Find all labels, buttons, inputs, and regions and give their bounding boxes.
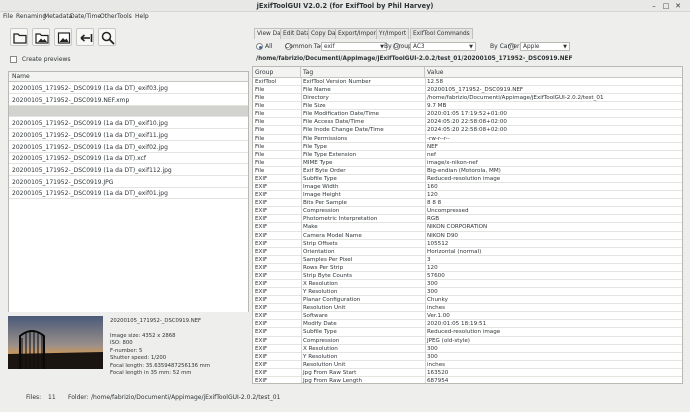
- image-info: 20200105_171952-_DSC0919.NEF Image size:…: [110, 318, 250, 378]
- image-shutter: Shutter speed: 1/200: [110, 355, 167, 361]
- file-list-item[interactable]: 20200105_171952-_DSC0919 (1a da DT)_exif…: [9, 130, 248, 141]
- create-previews-checkbox[interactable]: [10, 56, 17, 63]
- copy-metadata-button[interactable]: [76, 28, 94, 46]
- file-list-item[interactable]: 20200105_171952-_DSC0919 (1a da DT)_exif…: [9, 142, 248, 153]
- search-icon: [101, 31, 115, 45]
- create-previews-row: Create previews: [10, 56, 170, 65]
- image-icon: [57, 32, 71, 44]
- radio-all[interactable]: [256, 43, 263, 50]
- menu-file[interactable]: File: [3, 13, 13, 20]
- tab-yr-import[interactable]: Yr/Import: [376, 28, 410, 39]
- menu-tools[interactable]: Tools: [117, 13, 132, 20]
- files-count-label: Files:: [26, 394, 42, 401]
- metadata-table: Group Tag Value ExifTool ExifTool Version…: [252, 66, 683, 384]
- arrow-left-bar-icon: [80, 34, 93, 42]
- menu-renaming[interactable]: Renaming: [16, 13, 46, 20]
- file-list-item[interactable]: 20200105_171952-_DSC0919 (1a da DT)_exif…: [9, 83, 248, 94]
- file-list-item[interactable]: 20200105_171952-_DSC0919.NEF: [9, 106, 248, 118]
- chevron-down-icon: ▼: [469, 44, 473, 50]
- column-tag[interactable]: Tag: [301, 67, 425, 78]
- metadata-row[interactable]: EXIF Jpg From Raw Length 687954: [253, 377, 682, 384]
- file-list-item[interactable]: 20200105_171952-_DSC0919.NEF.xmp: [9, 95, 248, 106]
- search-button[interactable]: [98, 28, 116, 46]
- by-group-value: AC3: [413, 44, 425, 50]
- minimize-button[interactable]: –: [649, 2, 659, 10]
- preview-pane: 20200105_171952-_DSC0919.NEF Image size:…: [8, 312, 249, 376]
- image-folder-icon: [35, 33, 49, 44]
- tab-exiftool-commands[interactable]: ExifTool Commands: [410, 28, 473, 39]
- chevron-down-icon: ▼: [563, 44, 567, 50]
- image-focal-35mm: Focal length in 35 mm: 52 mm: [110, 370, 192, 376]
- file-list-item[interactable]: 20200105_171952-_DSC0919.JPG: [9, 177, 248, 188]
- file-list-item[interactable]: 20200105_171952-_DSC0919 (1a da DT).xcf: [9, 153, 248, 165]
- menu-help[interactable]: Help: [135, 13, 149, 20]
- load-image-folder-button[interactable]: [32, 28, 50, 46]
- menu-other[interactable]: Other: [100, 13, 117, 20]
- folder-open-icon: [13, 33, 27, 44]
- open-folder-button[interactable]: [10, 28, 28, 46]
- close-button[interactable]: ✕: [673, 1, 683, 11]
- column-divider: [301, 78, 302, 383]
- files-count: 11: [48, 394, 56, 401]
- image-size: Image size: 4352 x 2868: [110, 332, 176, 339]
- load-images-button[interactable]: [54, 28, 72, 46]
- folder-label: Folder:: [68, 394, 89, 401]
- column-group[interactable]: Group: [253, 67, 301, 78]
- radio-by-group-label: By Group: [384, 43, 412, 50]
- image-focal-length: Focal length: 35.6359487256136 mm: [110, 362, 211, 369]
- file-list-item[interactable]: 20200105_171952-_DSC0919 (1a da DT)_exif…: [9, 165, 248, 176]
- image-filename: 20200105_171952-_DSC0919.NEF: [110, 318, 202, 324]
- by-camera-select[interactable]: Apple ▼: [520, 42, 570, 51]
- metadata-table-header: Group Tag Value: [253, 67, 682, 78]
- common-tags-select[interactable]: exif ▼: [321, 42, 387, 51]
- maximize-button[interactable]: □: [661, 2, 671, 10]
- metadata-scrollbar[interactable]: [684, 66, 690, 384]
- metadata-value-cell: 687954: [427, 377, 449, 384]
- metadata-tag-cell: Jpg From Raw Length: [303, 377, 363, 384]
- common-tags-value: exif: [324, 44, 335, 50]
- current-file-path: /home/fabrizio/Documenti/Appimage/jExifT…: [256, 56, 573, 62]
- menu-bar: File Renaming Metadata Date/Time Other T…: [0, 12, 690, 22]
- create-previews-label: Create previews: [21, 56, 71, 63]
- folder-path: /home/fabrizio/Documenti/Appimage/jExifT…: [91, 394, 281, 401]
- status-bar: Files: 11 Folder: /home/fabrizio/Documen…: [0, 392, 690, 406]
- column-value[interactable]: Value: [425, 67, 682, 78]
- file-list-item[interactable]: 20200105_171952-_DSC0919 (1a da DT)_exif…: [9, 118, 248, 130]
- by-group-select[interactable]: AC3 ▼: [410, 42, 476, 51]
- radio-all-label: All: [265, 43, 273, 50]
- image-thumbnail: [8, 316, 103, 369]
- radio-by-camera-label: By Camera: [490, 43, 524, 50]
- menu-datetime[interactable]: Date/Time: [70, 13, 101, 20]
- by-camera-value: Apple: [523, 44, 540, 50]
- image-fnumber: F-number: 5: [110, 347, 143, 354]
- menu-metadata[interactable]: Metadata: [44, 13, 72, 20]
- window-title: jExifToolGUI V2.0.2 (for ExifTool by Phi…: [256, 2, 434, 10]
- image-iso: ISO: 800: [110, 340, 133, 346]
- column-divider: [425, 78, 426, 383]
- tab-export-import[interactable]: Export/Import: [335, 28, 382, 39]
- metadata-group-cell: EXIF: [255, 377, 268, 384]
- file-list-header[interactable]: Name: [9, 72, 248, 82]
- file-list-item[interactable]: 20200105_171952-_DSC0919 (1a da DT)_exif…: [9, 188, 248, 200]
- metadata-panel: View Da... Edit Data Copy Data Export/Im…: [252, 28, 690, 384]
